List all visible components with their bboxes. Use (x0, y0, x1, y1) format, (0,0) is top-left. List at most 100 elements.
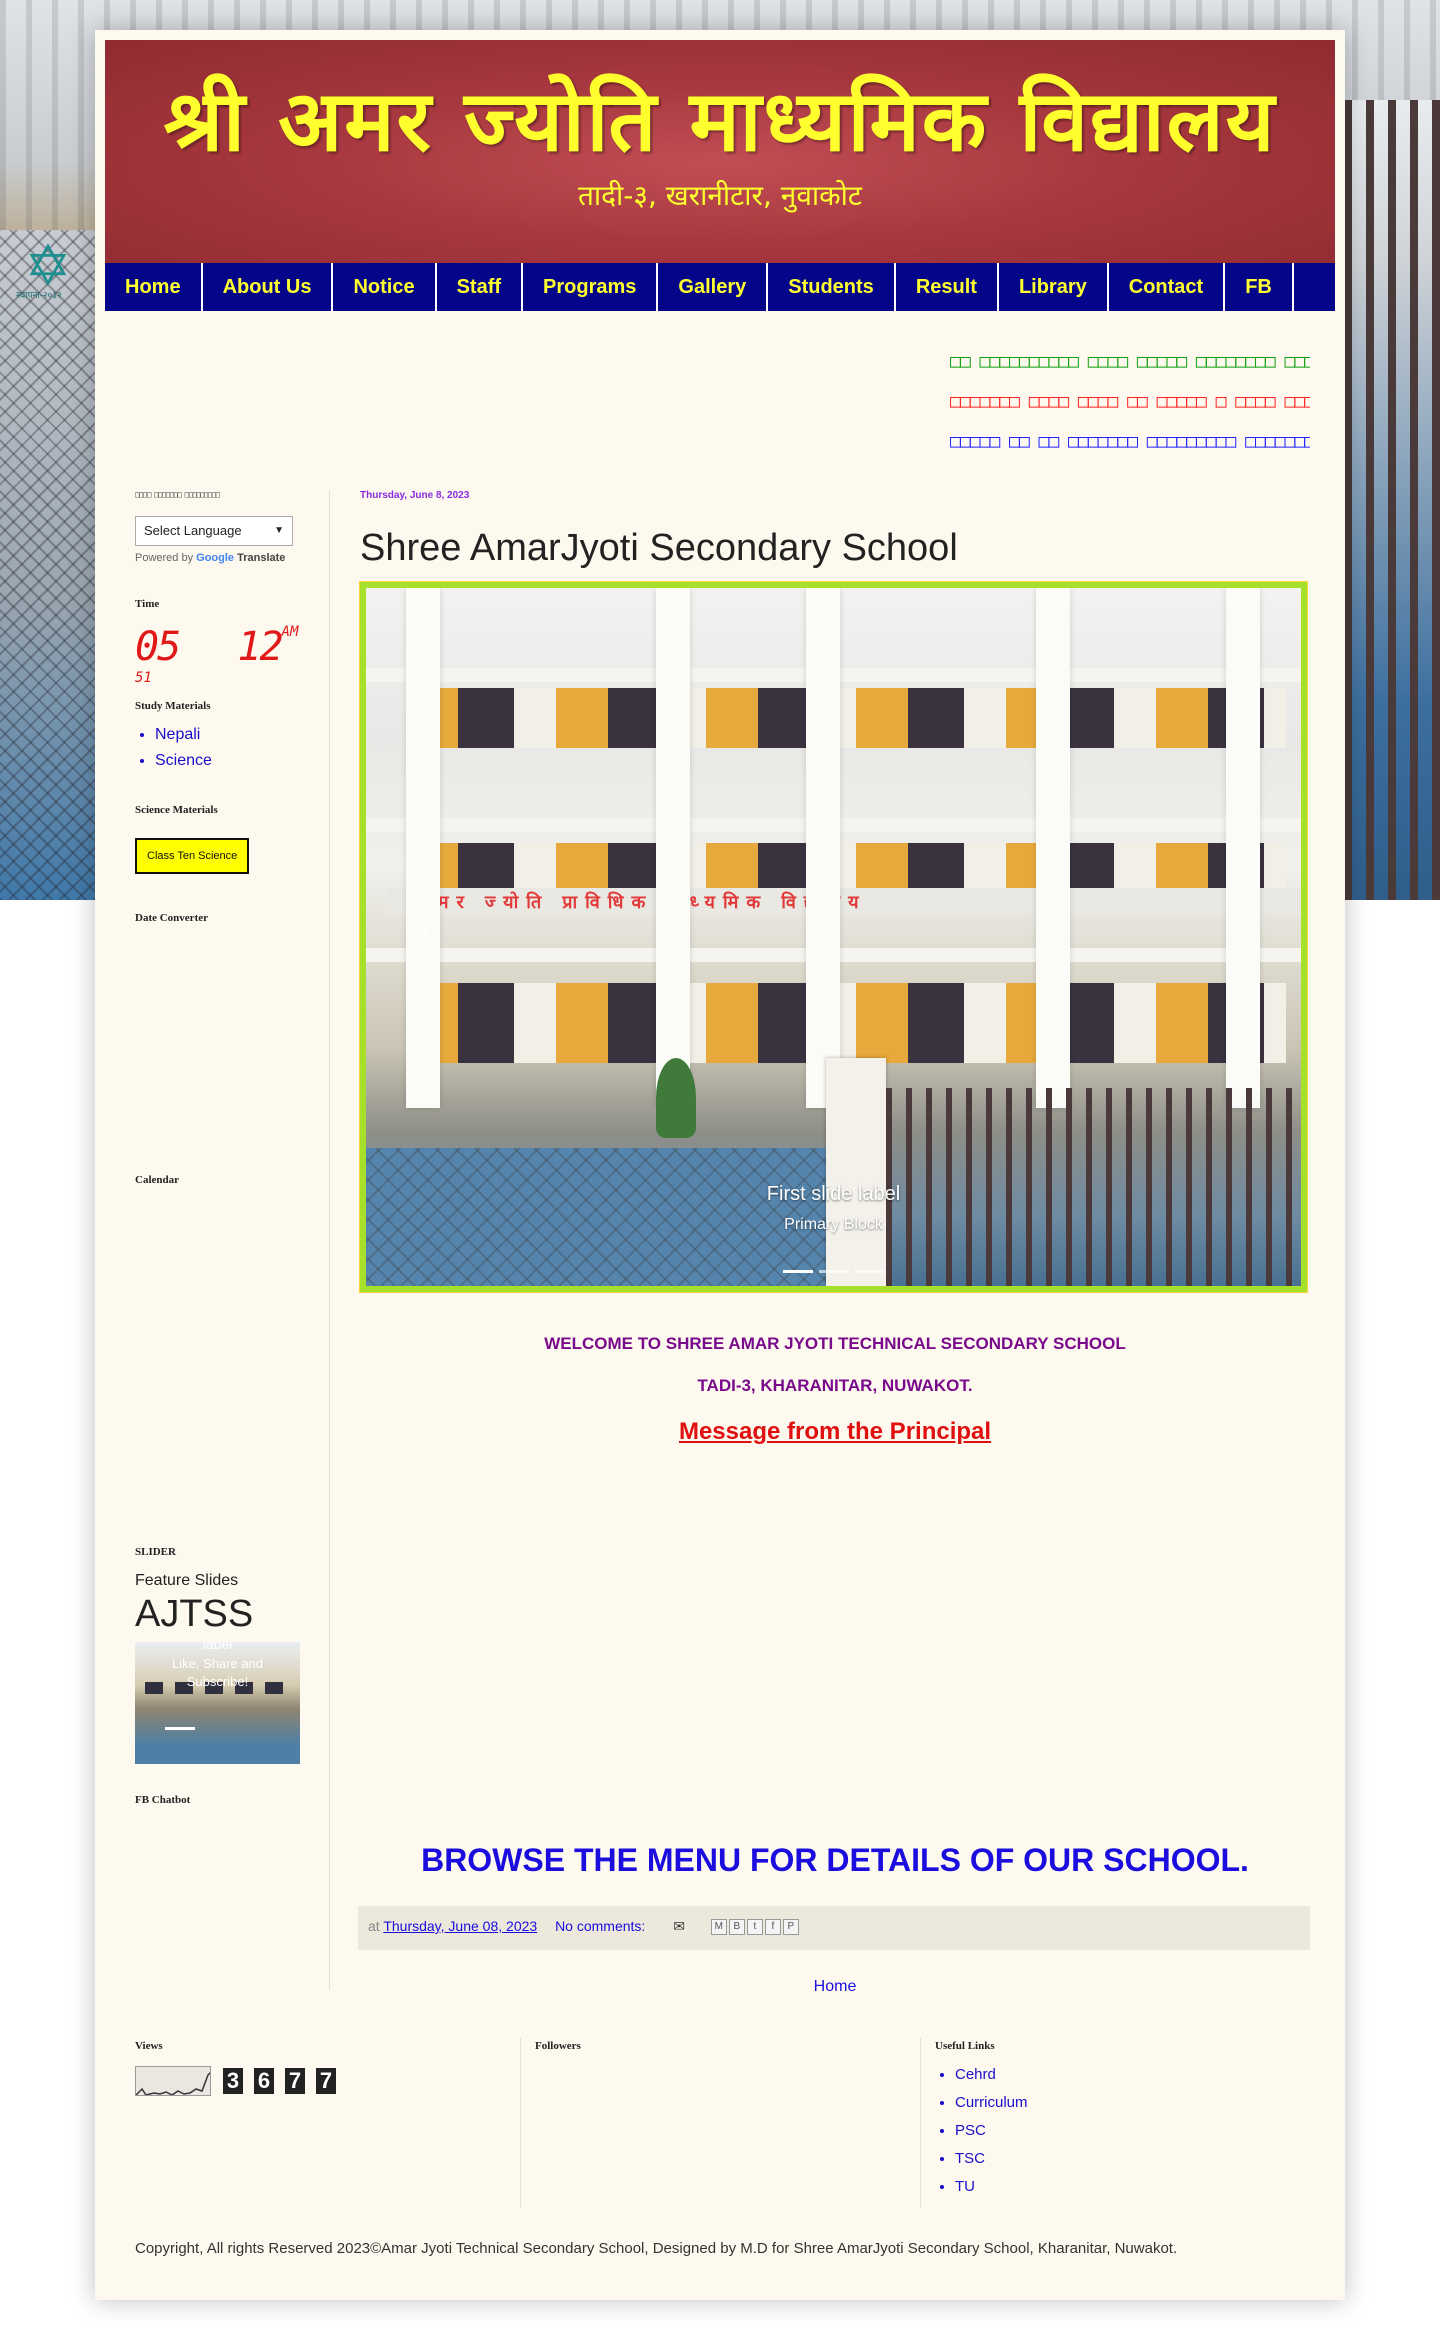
nav-about-us[interactable]: About Us (203, 263, 334, 311)
site-subtitle: तादी-३, खरानीटार, नुवाकोट (577, 179, 863, 212)
email-post-icon[interactable]: ✉ (673, 1918, 685, 1934)
useful-links-widget: Useful Links Cehrd Curriculum PSC TSC TU (935, 2040, 1028, 2206)
main-nav: Home About Us Notice Staff Programs Gall… (105, 263, 1335, 311)
browse-menu-heading: BROWSE THE MENU FOR DETAILS OF OUR SCHOO… (421, 1842, 1249, 1878)
useful-link-curriculum[interactable]: Curriculum (955, 2094, 1028, 2111)
clock-minutes: 12 (237, 624, 283, 670)
school-address: TADI-3, KHARANITAR, NUWAKOT. (697, 1376, 973, 1395)
slider-caption-label: label (202, 1642, 233, 1652)
views-widget: Views 3 6 7 7 (135, 2040, 336, 2096)
sidebar-slider[interactable]: label Like, Share and Subscribe! (135, 1642, 300, 1764)
copyright-text: Copyright, All rights Reserved 2023©Amar… (135, 2240, 1178, 2257)
powered-by-google: Powered by Google Translate (135, 552, 315, 564)
digital-clock: 05 12AM 51 (135, 624, 315, 686)
counter-digit: 6 (254, 2068, 274, 2094)
twitter-share-icon[interactable]: t (746, 1919, 763, 1936)
useful-links-list: Cehrd Curriculum PSC TSC TU (935, 2066, 1028, 2195)
email-share-icon[interactable]: M (710, 1919, 727, 1936)
carousel-indicator-2[interactable] (818, 1270, 849, 1273)
carousel-next-icon[interactable]: › (1236, 913, 1247, 950)
building-windows-row (406, 983, 1286, 1063)
post-footer-at: at (368, 1918, 380, 1934)
main-content: Thursday, June 8, 2023 Shree AmarJyoti S… (358, 490, 1310, 1995)
followers-title: Followers (535, 2040, 581, 2052)
counter-digit: 3 (223, 2068, 243, 2094)
counter-digit: 7 (316, 2068, 336, 2094)
carousel-indicator-3[interactable] (854, 1270, 885, 1273)
study-link-nepali[interactable]: Nepali (155, 726, 315, 744)
comments-link[interactable]: No comments: (555, 1918, 645, 1934)
useful-link-tsc[interactable]: TSC (955, 2150, 1028, 2167)
study-materials-title: Study Materials (135, 700, 211, 712)
study-link-science[interactable]: Science (155, 752, 315, 770)
post-timestamp-link[interactable]: Thursday, June 08, 2023 (383, 1918, 537, 1934)
slider-indicator[interactable] (165, 1727, 195, 1730)
principal-message-link[interactable]: Message from the Principal (360, 1418, 1310, 1446)
sidebar: □□□□ □□□□□□□ □□□□□□□□□ Select Language ▼… (135, 490, 315, 1820)
facebook-share-icon[interactable]: f (764, 1919, 781, 1936)
slider-caption-line2: Subscribe! (186, 1674, 249, 1689)
nav-contact[interactable]: Contact (1109, 263, 1226, 311)
building-column (1226, 588, 1260, 1108)
building-column (806, 588, 840, 1108)
ajtss-heading: AJTSS (135, 1593, 254, 1635)
marquee-line-2: □□□□□□□ □□□□ □□□□ □□ □□□□□ □ □□□□ □□□□□ … (950, 391, 1310, 412)
nav-students[interactable]: Students (768, 263, 896, 311)
views-title: Views (135, 2040, 163, 2052)
post-title[interactable]: Shree AmarJyoti Secondary School (360, 527, 1310, 570)
science-materials-title: Science Materials (135, 804, 218, 816)
clock-ampm: AM (281, 624, 299, 640)
blog-this-icon[interactable]: B (728, 1919, 745, 1936)
calendar-title: Calendar (135, 1174, 179, 1186)
nav-result[interactable]: Result (896, 263, 999, 311)
nav-library[interactable]: Library (999, 263, 1109, 311)
counter-digit: 7 (285, 2068, 305, 2094)
marquee-line-1: □□ □□□□□□□□□□ □□□□ □□□□□ □□□□□□□□ □□□□□□… (950, 351, 1310, 372)
site-title[interactable]: श्री अमर ज्योति माध्यमिक विद्यालय (105, 60, 1335, 175)
emblem-caption: स्थापना-२०३२ (16, 290, 62, 300)
page-container: श्री अमर ज्योति माध्यमिक विद्यालय तादी-३… (95, 30, 1345, 2300)
sparkline-graph (136, 2071, 210, 2095)
building-column (406, 588, 440, 1108)
site-header: श्री अमर ज्योति माध्यमिक विद्यालय तादी-३… (105, 40, 1335, 264)
nav-staff[interactable]: Staff (437, 263, 524, 311)
useful-link-psc[interactable]: PSC (955, 2122, 1028, 2139)
nav-gallery[interactable]: Gallery (658, 263, 769, 311)
google-logo: Google (196, 552, 235, 564)
translate-widget-title: □□□□ □□□□□□□ □□□□□□□□□ (135, 490, 220, 499)
date-converter-title: Date Converter (135, 912, 208, 924)
gate-pillar (826, 1058, 886, 1286)
nav-home[interactable]: Home (105, 263, 203, 311)
date-converter-widget (135, 938, 315, 1174)
carousel-indicator-1[interactable] (782, 1270, 813, 1273)
building-signboard: अमर ज्योति प्राविधिक माध्यमिक विद्यालय (386, 888, 1301, 914)
slider-caption-line1: Like, Share and (171, 1656, 264, 1671)
useful-link-cehrd[interactable]: Cehrd (955, 2066, 1028, 2083)
nav-notice[interactable]: Notice (333, 263, 437, 311)
carousel-prev-icon[interactable]: ‹ (420, 913, 431, 950)
building-column (656, 588, 690, 1108)
footer-divider (920, 2038, 921, 2208)
marquee-line-3: □□□□□ □□ □□ □□□□□□□ □□□□□□□□□ □□□□□□□□ □… (950, 431, 1310, 452)
footer-divider (520, 2038, 521, 2208)
bush (656, 1058, 696, 1138)
study-materials-list: Nepali Science (135, 726, 315, 770)
pinterest-share-icon[interactable]: P (782, 1919, 799, 1936)
image-carousel[interactable]: अमर ज्योति प्राविधिक माध्यमिक विद्यालय ‹… (359, 581, 1308, 1293)
building-windows-row (406, 688, 1286, 748)
nav-fb[interactable]: FB (1225, 263, 1294, 311)
home-link[interactable]: Home (360, 1978, 1310, 1996)
followers-widget: Followers (535, 2040, 581, 2066)
translate-link[interactable]: Translate (237, 552, 285, 564)
useful-links-title: Useful Links (935, 2040, 995, 2052)
useful-link-tu[interactable]: TU (955, 2178, 1028, 2195)
class-ten-science-button[interactable]: Class Ten Science (135, 838, 250, 874)
views-sparkline (135, 2066, 211, 2096)
nav-programs[interactable]: Programs (523, 263, 659, 311)
post-date-header: Thursday, June 8, 2023 (360, 490, 470, 501)
language-select[interactable]: Select Language ▼ (135, 516, 293, 546)
building-column (1036, 588, 1070, 1108)
view-counter: 3 6 7 7 (135, 2066, 336, 2096)
clock-hours: 05 (135, 624, 181, 670)
background-fence-left (0, 230, 95, 900)
